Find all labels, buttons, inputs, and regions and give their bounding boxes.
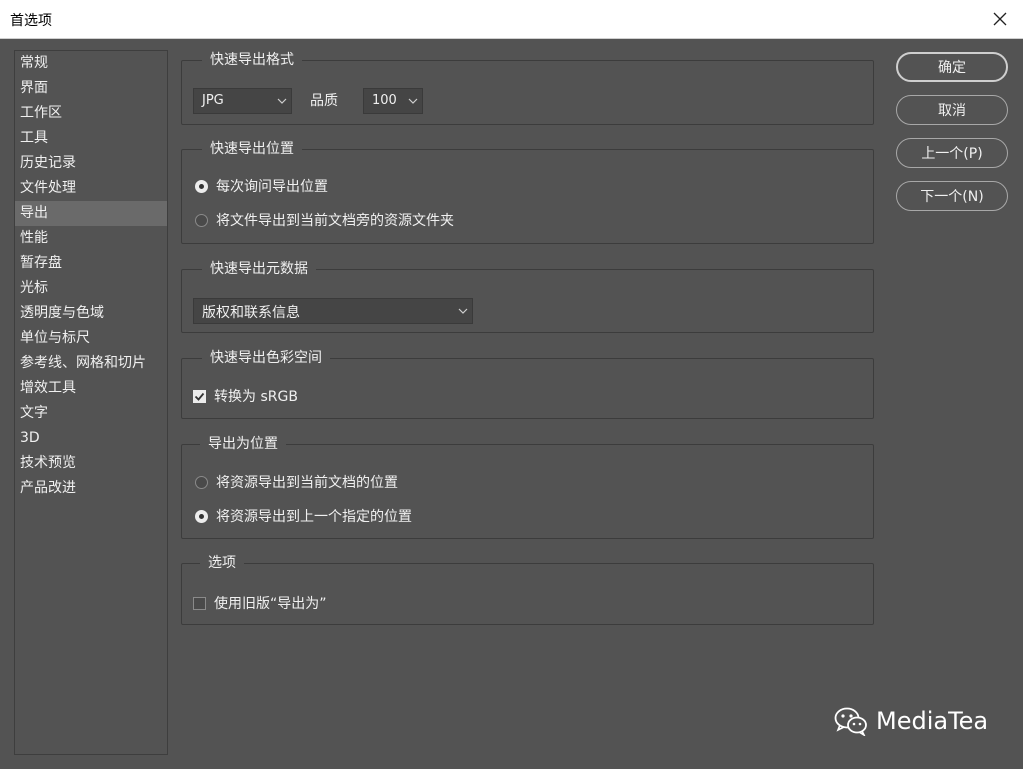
radio-label: 每次询问导出位置 — [216, 179, 328, 195]
next-button[interactable]: 下一个(N) — [896, 181, 1008, 211]
close-icon — [993, 12, 1007, 26]
chevron-down-icon — [458, 308, 468, 314]
group-title: 快速导出色彩空间 — [202, 347, 330, 369]
cancel-button[interactable]: 取消 — [896, 95, 1008, 125]
sidebar-item[interactable]: 单位与标尺 — [15, 326, 167, 351]
export-as-location-group: 导出为位置 将资源导出到当前文档的位置 将资源导出到上一个指定的位置 — [181, 433, 874, 539]
radio-label: 将资源导出到当前文档的位置 — [216, 475, 398, 491]
group-title: 快速导出格式 — [202, 49, 302, 71]
chevron-down-icon — [408, 98, 418, 104]
sidebar-item[interactable]: 导出 — [15, 201, 167, 226]
sidebar-item[interactable]: 产品改进 — [15, 476, 167, 501]
wechat-icon — [834, 707, 867, 736]
format-value: JPG — [202, 93, 224, 108]
sidebar-item[interactable]: 文字 — [15, 401, 167, 426]
category-list: 常规 界面 工作区 工具 历史记录 文件处理 导出 性能 暂存盘 光标 透明度与色域 单位与标尺 参考线… — [14, 50, 168, 755]
options-group: 选项 使用旧版“导出为” — [181, 552, 874, 625]
checkbox-label: 使用旧版“导出为” — [214, 596, 327, 612]
radio-label: 将文件导出到当前文档旁的资源文件夹 — [216, 213, 454, 229]
watermark-text: MediaTea — [876, 707, 989, 735]
radio-button[interactable] — [195, 179, 208, 193]
quality-dropdown[interactable]: 100 — [363, 88, 423, 114]
radio-export-to-last-location[interactable]: 将资源导出到上一个指定的位置 — [195, 505, 412, 527]
chevron-down-icon — [277, 98, 287, 104]
sidebar-item[interactable]: 暂存盘 — [15, 251, 167, 276]
checkbox[interactable] — [193, 389, 206, 403]
format-dropdown[interactable]: JPG — [193, 88, 292, 114]
metadata-dropdown[interactable]: 版权和联系信息 — [193, 298, 473, 324]
sidebar-item[interactable]: 3D — [15, 426, 167, 451]
quick-export-colorspace-group: 快速导出色彩空间 转换为 sRGB — [181, 347, 874, 419]
sidebar-item[interactable]: 工具 — [15, 126, 167, 151]
radio-button[interactable] — [195, 213, 208, 227]
quick-export-metadata-group: 快速导出元数据 版权和联系信息 — [181, 258, 874, 333]
checkmark-icon — [194, 392, 205, 401]
radio-label: 将资源导出到上一个指定的位置 — [216, 509, 412, 525]
quality-label: 品质 — [310, 93, 338, 109]
sidebar-item[interactable]: 增效工具 — [15, 376, 167, 401]
sidebar-item[interactable]: 参考线、网格和切片 — [15, 351, 167, 376]
radio-button[interactable] — [195, 475, 208, 489]
sidebar-item[interactable]: 常规 — [15, 51, 167, 76]
quick-export-location-group: 快速导出位置 每次询问导出位置 将文件导出到当前文档旁的资源文件夹 — [181, 138, 874, 244]
quality-value: 100 — [372, 93, 397, 108]
sidebar-item[interactable]: 文件处理 — [15, 176, 167, 201]
convert-srgb-checkbox-row[interactable]: 转换为 sRGB — [193, 385, 298, 407]
radio-export-to-assets-folder[interactable]: 将文件导出到当前文档旁的资源文件夹 — [195, 209, 454, 231]
quick-export-format-group: 快速导出格式 JPG 品质 100 — [181, 49, 874, 125]
sidebar-item[interactable]: 历史记录 — [15, 151, 167, 176]
title-bar: 首选项 — [0, 0, 1023, 39]
sidebar-item[interactable]: 界面 — [15, 76, 167, 101]
metadata-value: 版权和联系信息 — [202, 305, 300, 321]
sidebar-item[interactable]: 光标 — [15, 276, 167, 301]
prev-button[interactable]: 上一个(P) — [896, 138, 1008, 168]
radio-ask-location[interactable]: 每次询问导出位置 — [195, 175, 328, 197]
watermark: MediaTea — [834, 706, 988, 736]
sidebar-item[interactable]: 工作区 — [15, 101, 167, 126]
sidebar-item[interactable]: 技术预览 — [15, 451, 167, 476]
checkbox[interactable] — [193, 596, 206, 610]
group-title: 快速导出元数据 — [202, 258, 316, 280]
close-button[interactable] — [977, 0, 1023, 38]
group-title: 快速导出位置 — [202, 138, 302, 160]
ok-button[interactable]: 确定 — [896, 52, 1008, 82]
legacy-export-as-checkbox-row[interactable]: 使用旧版“导出为” — [193, 592, 327, 614]
window-title: 首选项 — [10, 13, 52, 29]
sidebar-item[interactable]: 性能 — [15, 226, 167, 251]
sidebar-item[interactable]: 透明度与色域 — [15, 301, 167, 326]
radio-button[interactable] — [195, 509, 208, 523]
radio-export-to-doc-location[interactable]: 将资源导出到当前文档的位置 — [195, 471, 398, 493]
group-title: 导出为位置 — [200, 433, 286, 455]
checkbox-label: 转换为 sRGB — [214, 389, 298, 405]
group-title: 选项 — [200, 552, 244, 574]
